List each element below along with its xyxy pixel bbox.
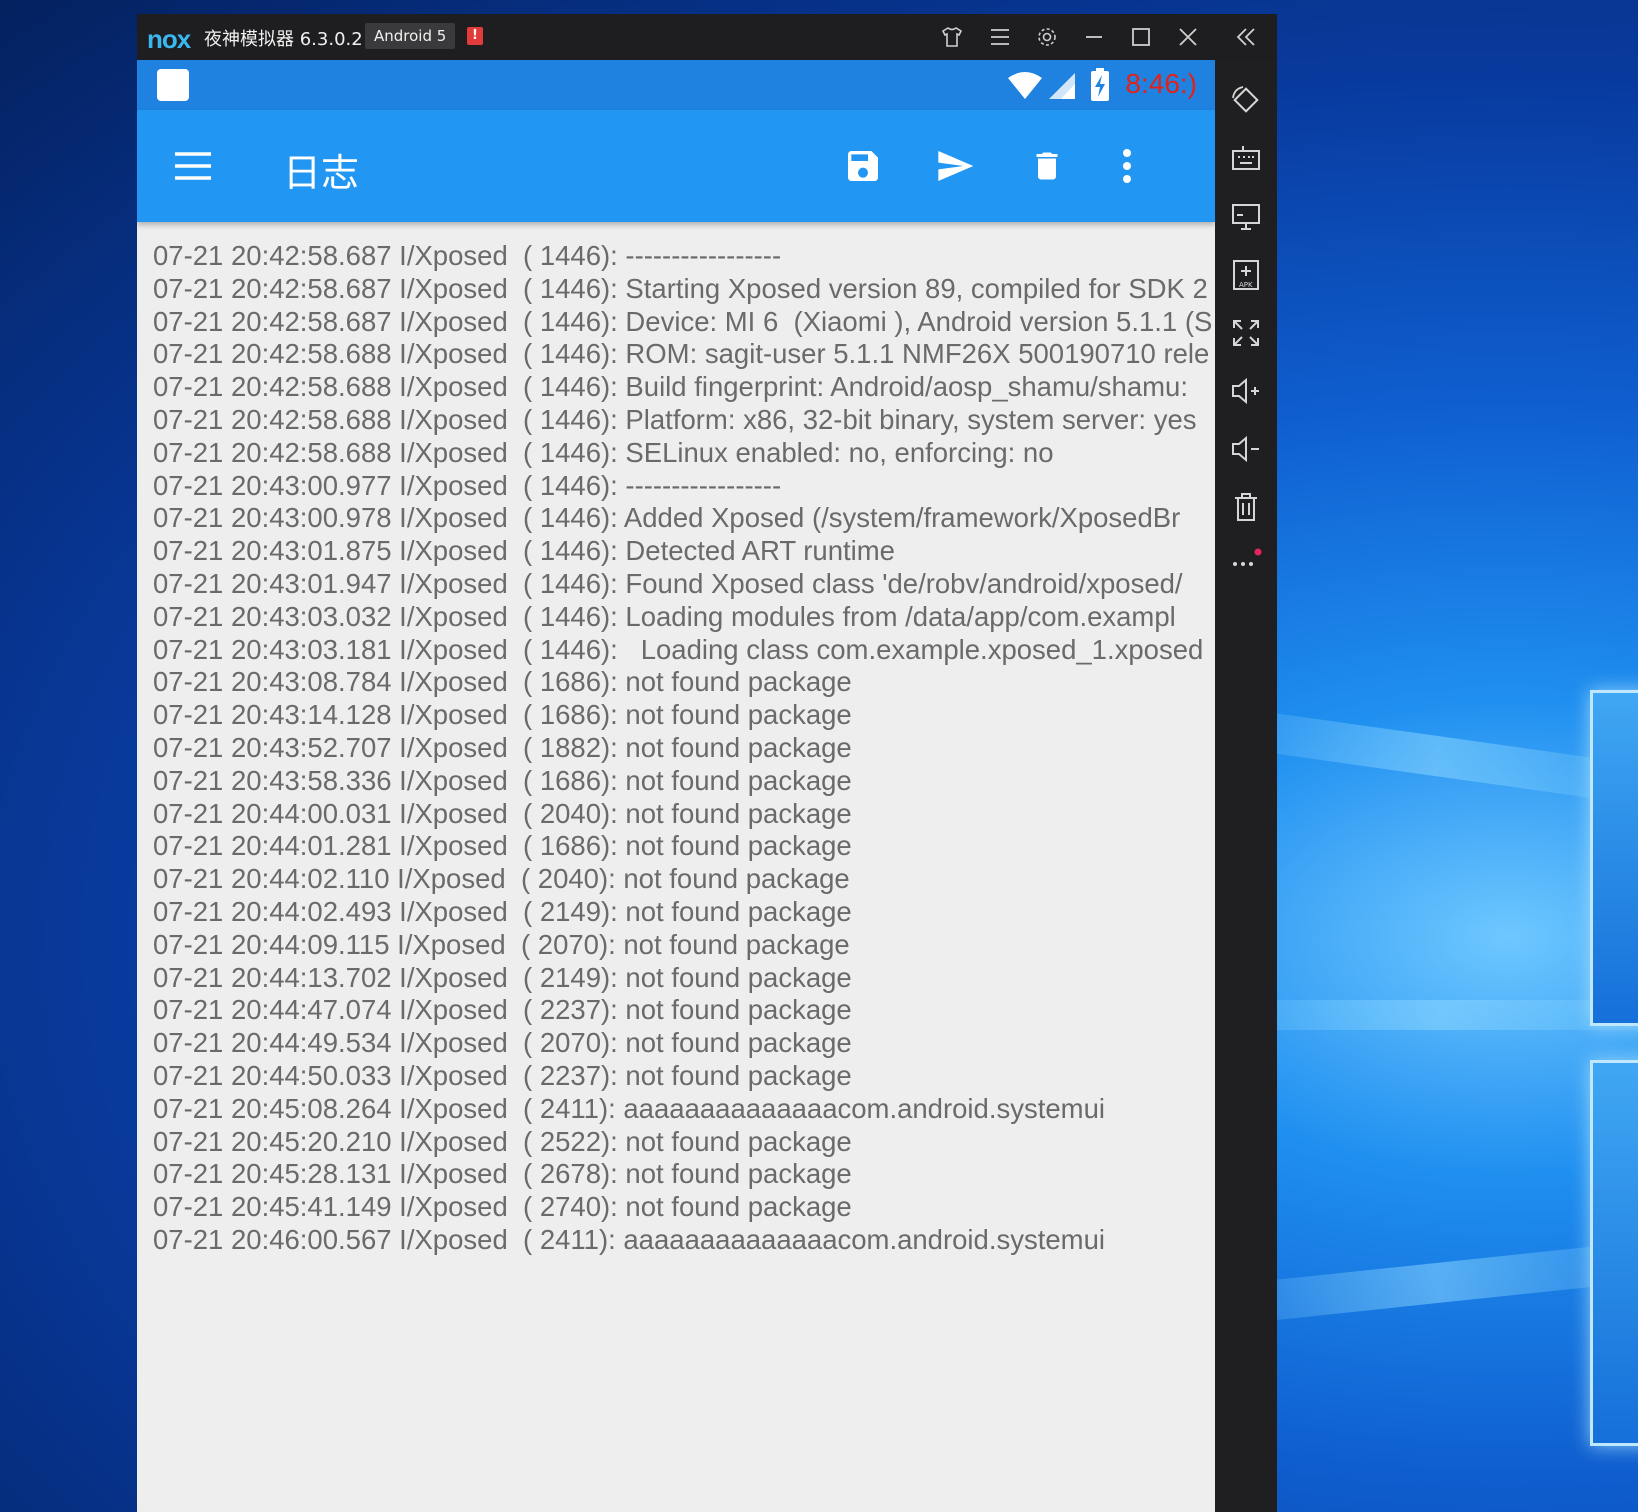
emulator-sidebar: APK: [1215, 60, 1277, 1512]
log-line: 07-21 20:43:52.707 I/Xposed ( 1882): not…: [153, 731, 852, 763]
screen-icon[interactable]: [1226, 197, 1266, 237]
log-line: 07-21 20:44:47.074 I/Xposed ( 2237): not…: [153, 994, 852, 1026]
android-screen: 8:46:) 日志 07-21 20:42:58.687 I/Xposed ( …: [137, 60, 1215, 1512]
wifi-icon: [1007, 70, 1043, 104]
log-line: 07-21 20:46:00.567 I/Xposed ( 2411): aaa…: [153, 1223, 1105, 1255]
title-bar[interactable]: nox 夜神模拟器 6.3.0.2 Android 5 !: [137, 14, 1277, 60]
collapse-sidebar-icon[interactable]: [1229, 22, 1263, 52]
volume-up-icon[interactable]: [1226, 371, 1266, 411]
log-line: 07-21 20:42:58.687 I/Xposed ( 1446): ---…: [153, 240, 782, 271]
log-line: 07-21 20:43:58.336 I/Xposed ( 1686): not…: [153, 764, 852, 796]
save-icon[interactable]: [837, 140, 889, 192]
log-line: 07-21 20:43:08.784 I/Xposed ( 1686): not…: [153, 666, 852, 698]
minimize-icon[interactable]: [1079, 22, 1109, 52]
log-line: 07-21 20:43:03.032 I/Xposed ( 1446): Loa…: [153, 600, 1176, 632]
log-line: 07-21 20:44:09.115 I/Xposed ( 2070): not…: [153, 928, 850, 960]
log-line: 07-21 20:45:28.131 I/Xposed ( 2678): not…: [153, 1158, 852, 1190]
log-line: 07-21 20:45:20.210 I/Xposed ( 2522): not…: [153, 1125, 852, 1157]
log-line: 07-21 20:44:00.031 I/Xposed ( 2040): not…: [153, 797, 852, 829]
hamburger-menu-icon[interactable]: [167, 140, 219, 192]
trash-icon[interactable]: [1226, 487, 1266, 527]
log-line: 07-21 20:43:01.875 I/Xposed ( 1446): Det…: [153, 535, 895, 567]
log-line: 07-21 20:42:58.688 I/Xposed ( 1446): SEL…: [153, 436, 1054, 468]
log-line: 07-21 20:45:08.264 I/Xposed ( 2411): aaa…: [153, 1092, 1105, 1124]
log-line: 07-21 20:43:01.947 I/Xposed ( 1446): Fou…: [153, 567, 1183, 599]
windows-logo-pane: [1590, 1060, 1638, 1446]
windows-logo-pane: [1590, 690, 1638, 1026]
log-line: 07-21 20:43:03.181 I/Xposed ( 1446): Loa…: [153, 633, 1204, 665]
fullscreen-icon[interactable]: [1226, 313, 1266, 353]
log-line: 07-21 20:42:58.688 I/Xposed ( 1446): ROM…: [153, 338, 1210, 370]
log-line: 07-21 20:44:02.110 I/Xposed ( 2040): not…: [153, 863, 850, 895]
menu-icon[interactable]: [985, 22, 1015, 52]
log-line: 07-21 20:42:58.688 I/Xposed ( 1446): Bui…: [153, 371, 1188, 403]
log-line: 07-21 20:42:58.687 I/Xposed ( 1446): Dev…: [153, 305, 1213, 337]
log-line: 07-21 20:43:14.128 I/Xposed ( 1686): not…: [153, 699, 852, 731]
log-line: 07-21 20:43:00.978 I/Xposed ( 1446): Add…: [153, 502, 1181, 534]
rotate-icon[interactable]: [1226, 80, 1266, 120]
alert-badge[interactable]: !: [467, 27, 483, 45]
send-icon[interactable]: [929, 140, 981, 192]
log-line: 07-21 20:44:01.281 I/Xposed ( 1686): not…: [153, 830, 852, 862]
keyboard-icon[interactable]: [1226, 138, 1266, 178]
android-status-bar: 8:46:): [137, 60, 1215, 110]
volume-down-icon[interactable]: [1226, 429, 1266, 469]
status-clock: 8:46:): [1125, 68, 1197, 99]
battery-charging-icon: [1089, 68, 1111, 106]
add-apk-icon[interactable]: APK: [1226, 255, 1266, 295]
log-line: 07-21 20:45:41.149 I/Xposed ( 2740): not…: [153, 1191, 852, 1223]
more-icon[interactable]: [1226, 540, 1266, 580]
more-vert-icon[interactable]: [1101, 140, 1153, 192]
log-line: 07-21 20:43:00.977 I/Xposed ( 1446): ---…: [153, 469, 782, 501]
nox-logo: nox: [147, 24, 191, 54]
close-icon[interactable]: [1173, 22, 1203, 52]
log-line: 07-21 20:42:58.687 I/Xposed ( 1446): Sta…: [153, 272, 1208, 304]
log-line: 07-21 20:44:13.702 I/Xposed ( 2149): not…: [153, 961, 852, 993]
notification-icon: [157, 69, 189, 101]
log-line: 07-21 20:42:58.688 I/Xposed ( 1446): Pla…: [153, 403, 1197, 435]
maximize-icon[interactable]: [1126, 22, 1156, 52]
shirt-icon[interactable]: [937, 22, 967, 52]
log-list[interactable]: 07-21 20:42:58.687 I/Xposed ( 1446): ---…: [153, 240, 1213, 1257]
log-line: 07-21 20:44:50.033 I/Xposed ( 2237): not…: [153, 1059, 852, 1091]
log-line: 07-21 20:44:49.534 I/Xposed ( 2070): not…: [153, 1027, 852, 1059]
app-toolbar: 日志: [137, 110, 1215, 222]
window-title: 夜神模拟器 6.3.0.2: [204, 29, 363, 50]
log-line: 07-21 20:44:02.493 I/Xposed ( 2149): not…: [153, 895, 852, 927]
delete-icon[interactable]: [1021, 140, 1073, 192]
cellular-signal-icon: [1047, 72, 1077, 104]
page-title: 日志: [283, 151, 360, 195]
android-version-badge: Android 5: [365, 23, 456, 49]
nox-emulator-window: nox 夜神模拟器 6.3.0.2 Android 5 ! 8:46:) 日志 …: [137, 14, 1277, 1512]
svg-text:APK: APK: [1239, 281, 1253, 289]
settings-icon[interactable]: [1032, 22, 1062, 52]
